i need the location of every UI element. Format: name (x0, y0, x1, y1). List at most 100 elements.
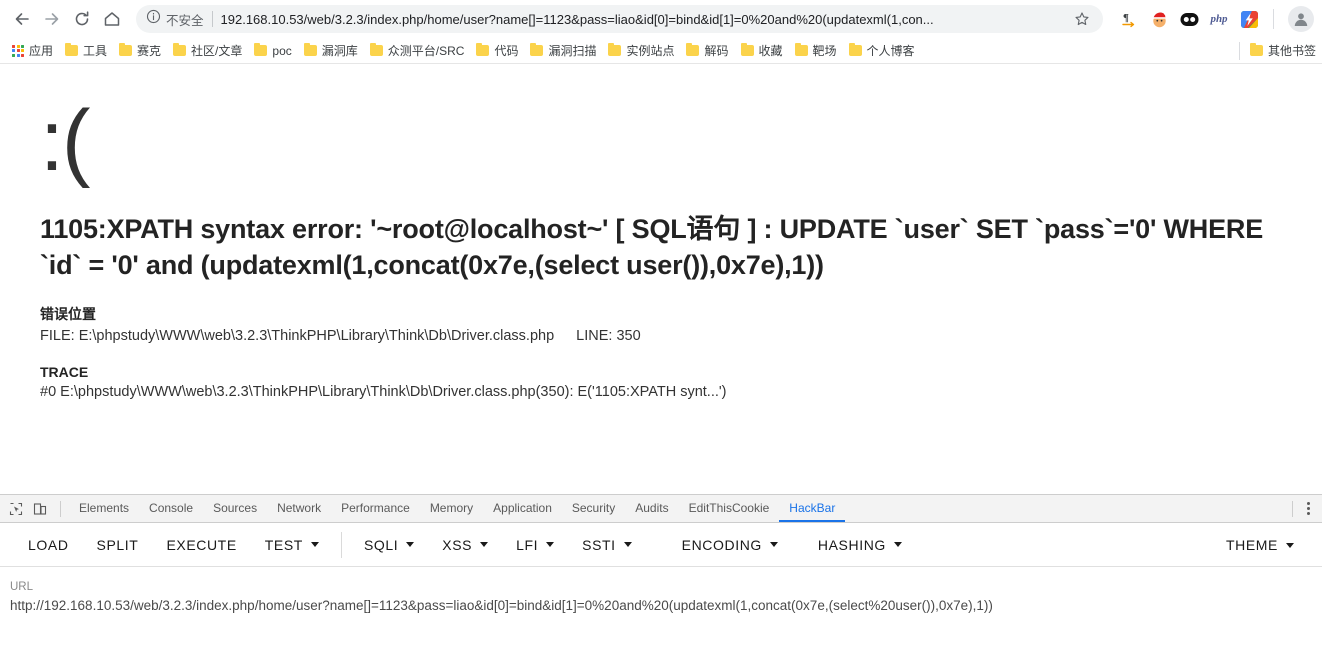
tab-sources[interactable]: Sources (203, 495, 267, 522)
chevron-down-icon (893, 542, 902, 547)
lfi-dropdown[interactable]: LFI (502, 531, 568, 559)
theme-dropdown[interactable]: THEME (1212, 531, 1308, 559)
line-label: LINE: (576, 327, 613, 344)
address-bar[interactable]: 不安全 192.168.10.53/web/3.2.3/index.php/ho… (136, 5, 1103, 33)
theme-label: THEME (1226, 537, 1278, 553)
bookmark-item[interactable]: 个人博客 (843, 40, 921, 61)
folder-icon (173, 43, 187, 56)
bookmark-label: 工具 (83, 44, 108, 58)
google-colors-icon[interactable] (1239, 9, 1259, 29)
tab-performance[interactable]: Performance (331, 495, 420, 522)
tab-hackbar[interactable]: HackBar (779, 495, 846, 522)
hashing-dropdown[interactable]: HASHING (804, 531, 916, 559)
split-button[interactable]: SPLIT (83, 531, 153, 559)
error-message: 1105:XPATH syntax error: '~root@localhos… (40, 214, 1264, 280)
test-dropdown[interactable]: TEST (251, 531, 333, 559)
chevron-down-icon (480, 542, 489, 547)
ssti-dropdown[interactable]: SSTI (568, 531, 646, 559)
other-bookmarks-button[interactable]: 其他书签 (1244, 40, 1322, 61)
folder-icon (530, 43, 544, 56)
bookmark-item[interactable]: 靶场 (789, 40, 843, 61)
folder-icon (476, 43, 490, 56)
folder-icon (740, 43, 754, 56)
tab-console[interactable]: Console (139, 495, 203, 522)
tab-security[interactable]: Security (562, 495, 625, 522)
bookmark-label: 漏洞扫描 (548, 44, 597, 58)
pilcrow-arrow-icon[interactable]: ¶ (1119, 9, 1139, 29)
bookmarks-overflow: 其他书签 (1238, 40, 1322, 61)
bookmark-item[interactable]: 社区/文章 (167, 40, 248, 61)
bookmark-label: 个人博客 (866, 44, 915, 58)
chevron-down-icon (623, 542, 632, 547)
execute-button[interactable]: EXECUTE (152, 531, 250, 559)
load-button[interactable]: LOAD (14, 531, 83, 559)
folder-icon (794, 43, 808, 56)
test-label: TEST (264, 536, 303, 553)
hackbar-divider (340, 531, 342, 558)
bookmark-item[interactable]: 赛克 (113, 40, 167, 61)
bookmark-item[interactable]: 众测平台/SRC (364, 40, 471, 61)
ssti-label: SSTI (582, 536, 616, 553)
tab-application[interactable]: Application (483, 495, 562, 522)
profile-avatar[interactable] (1288, 6, 1314, 32)
tab-audits[interactable]: Audits (625, 495, 678, 522)
folder-icon (608, 43, 622, 56)
encoding-label: ENCODING (681, 536, 762, 553)
tab-elements[interactable]: Elements (69, 495, 139, 522)
folder-icon (303, 43, 317, 56)
hackbar-toolbar: LOAD SPLIT EXECUTE TEST SQLI XSS LFI SST… (0, 523, 1322, 567)
bookmark-label: 漏洞库 (321, 44, 358, 58)
line-number: 350 (616, 327, 641, 344)
bookmark-label: 赛克 (137, 44, 162, 58)
bookmark-label: 代码 (494, 44, 519, 58)
home-button[interactable] (98, 5, 126, 33)
encoding-dropdown[interactable]: ENCODING (668, 531, 792, 559)
devtools-tabbar-right (1284, 495, 1316, 522)
file-label: FILE: (40, 327, 75, 344)
bookmark-item[interactable]: 实例站点 (602, 40, 680, 61)
tab-network[interactable]: Network (267, 495, 331, 522)
forward-arrow-icon (45, 13, 59, 25)
reload-button[interactable] (68, 5, 96, 33)
bookmark-item[interactable]: 漏洞扫描 (524, 40, 602, 61)
folder-icon (254, 43, 268, 56)
devtools-tabbar: Elements Console Sources Network Perform… (0, 495, 1322, 523)
omnibox-divider (211, 11, 213, 27)
bookmark-item[interactable]: 工具 (59, 40, 113, 61)
toggle-device-toolbar-icon[interactable] (28, 498, 52, 520)
folder-icon (686, 43, 700, 56)
chevron-down-icon (406, 542, 415, 547)
apps-shortcut[interactable]: 应用 (6, 40, 59, 61)
sqli-dropdown[interactable]: SQLI (350, 531, 428, 559)
bookmark-item[interactable]: 收藏 (735, 40, 789, 61)
url-input[interactable]: http://192.168.10.53/web/3.2.3/index.php… (10, 598, 1312, 613)
back-button[interactable] (8, 5, 36, 33)
sqli-label: SQLI (363, 536, 399, 553)
hackbar-panel: LOAD SPLIT EXECUTE TEST SQLI XSS LFI SST… (0, 523, 1322, 671)
xss-label: XSS (442, 536, 473, 553)
santa-emoji-icon[interactable] (1149, 9, 1169, 29)
folder-icon (65, 43, 79, 56)
cookie-eyes-icon[interactable] (1179, 9, 1199, 29)
bookmark-item[interactable]: 解码 (680, 40, 734, 61)
inspect-element-icon[interactable] (4, 498, 28, 520)
xss-dropdown[interactable]: XSS (428, 531, 502, 559)
tab-editthiscookie[interactable]: EditThisCookie (679, 495, 780, 522)
forward-button[interactable] (38, 5, 66, 33)
bookmark-label: 众测平台/SRC (387, 44, 465, 58)
php-icon[interactable]: php (1209, 9, 1229, 29)
bookmark-item[interactable]: 漏洞库 (298, 40, 364, 61)
info-icon[interactable] (146, 9, 161, 29)
bookmark-item[interactable]: poc (248, 42, 297, 60)
home-icon (104, 12, 120, 26)
devtools-panel: Elements Console Sources Network Perform… (0, 494, 1322, 671)
folder-icon (119, 43, 133, 56)
bookmark-star-icon[interactable] (1071, 8, 1093, 30)
split-label: SPLIT (96, 536, 139, 553)
trace-heading: TRACE (40, 363, 89, 380)
more-options-icon[interactable] (1301, 498, 1316, 519)
bookmark-item[interactable]: 代码 (470, 40, 524, 61)
url-field-label: URL (10, 581, 34, 593)
error-location-body: FILE: E:\phpstudy\WWW\web\3.2.3\ThinkPHP… (40, 328, 1282, 344)
tab-memory[interactable]: Memory (420, 495, 483, 522)
